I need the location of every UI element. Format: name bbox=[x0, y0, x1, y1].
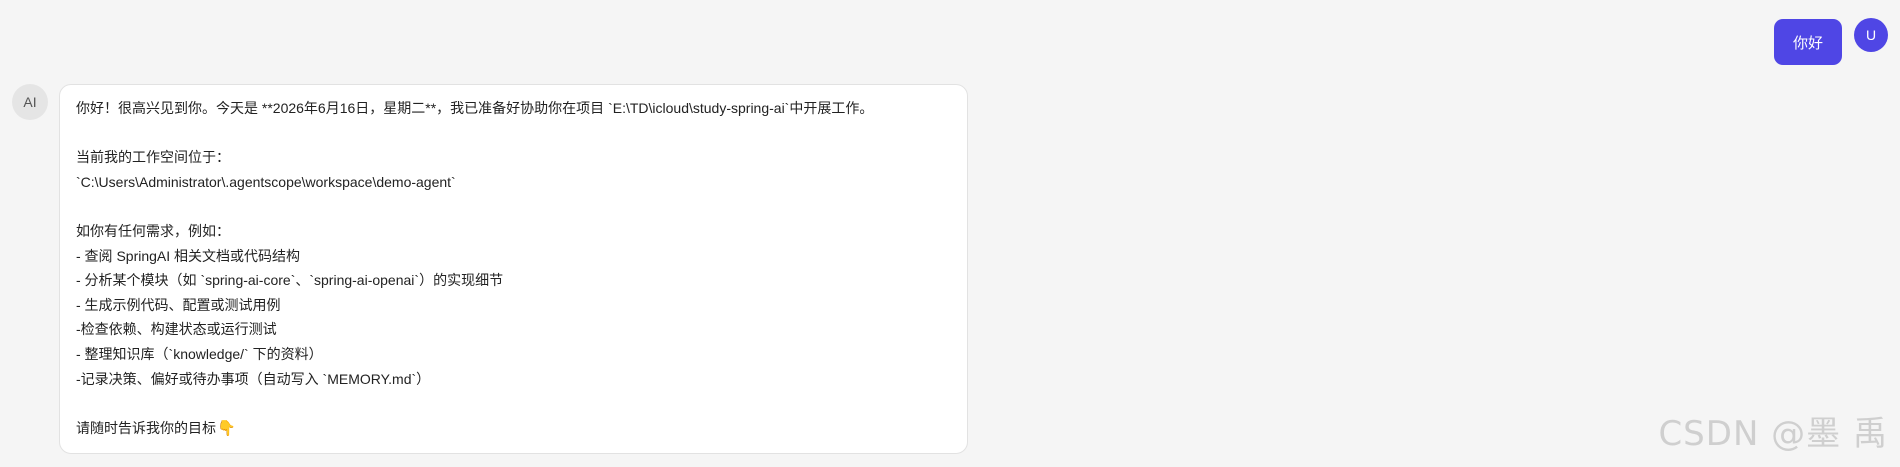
ai-message-line: - 整理知识库（`knowledge/` 下的资料） bbox=[76, 345, 323, 362]
ai-avatar: AI bbox=[12, 84, 48, 120]
ai-message-closing-text: 请随时告诉我你的目标 bbox=[76, 419, 216, 436]
ai-message-line: - 分析某个模块（如 `spring-ai-core`、`spring-ai-o… bbox=[76, 272, 504, 289]
ai-message-line bbox=[76, 194, 951, 219]
watermark: CSDN @墨 禹 bbox=[1658, 414, 1888, 454]
ai-message-line: - 查阅 SpringAI 相关文档或代码结构 bbox=[76, 247, 301, 264]
user-message-text: 你好 bbox=[1792, 34, 1823, 52]
ai-message-line: 如你有任何需求，例如： bbox=[76, 222, 230, 239]
chat-area: 你好 U AI 你好！很高兴见到你。今天是 **2026年6月16日，星期二**… bbox=[0, 0, 1900, 467]
ai-avatar-label: AI bbox=[23, 94, 37, 110]
ai-message-bubble: 你好！很高兴见到你。今天是 **2026年6月16日，星期二**，我已准备好协助… bbox=[59, 84, 968, 455]
ai-message-line bbox=[76, 121, 951, 146]
ai-message-row: AI 你好！很高兴见到你。今天是 **2026年6月16日，星期二**，我已准备… bbox=[12, 84, 968, 455]
ai-message-line: `C:\Users\Administrator\.agentscope\work… bbox=[76, 173, 456, 190]
ai-message-line: - 生成示例代码、配置或测试用例 bbox=[76, 296, 281, 313]
ai-message-last-line: 请随时告诉我你的目标👇 bbox=[76, 416, 951, 442]
ai-message-line: 你好！很高兴见到你。今天是 **2026年6月16日，星期二**，我已准备好协助… bbox=[76, 100, 874, 116]
user-message-bubble: 你好 bbox=[1773, 19, 1842, 65]
ai-message-line: -检查依赖、构建状态或运行测试 bbox=[76, 321, 277, 338]
ai-message-line: -记录决策、偏好或待办事项（自动写入 `MEMORY.md`） bbox=[76, 370, 431, 387]
user-avatar[interactable]: U bbox=[1854, 18, 1888, 52]
pointing-down-icon: 👇 bbox=[217, 419, 236, 437]
ai-message-line: 当前我的工作空间位于： bbox=[76, 149, 230, 166]
user-avatar-letter: U bbox=[1865, 27, 1877, 43]
user-message-row: 你好 U bbox=[1773, 18, 1888, 65]
ai-message-line bbox=[76, 391, 951, 416]
